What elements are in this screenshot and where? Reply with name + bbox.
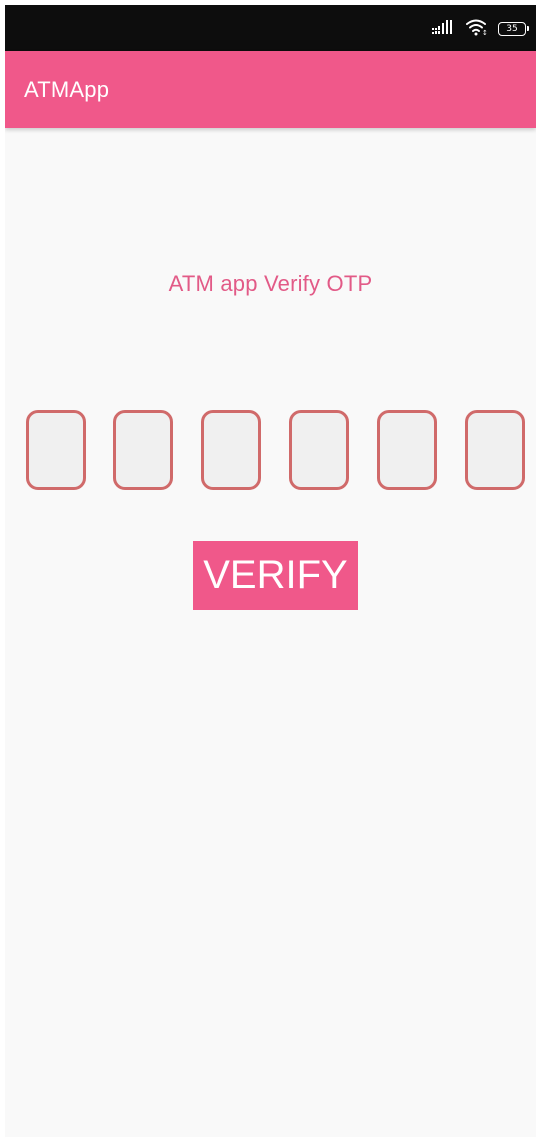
status-bar: ↕ 35 (5, 5, 536, 51)
app-screen: ↕ 35 ATMApp ATM app Verify OTP VERIFY (5, 5, 536, 1137)
wifi-icon: ↕ (465, 18, 489, 41)
status-icons: ↕ 35 (432, 18, 529, 41)
signal-icon (432, 19, 456, 40)
app-bar: ATMApp (5, 51, 536, 128)
otp-digit-1[interactable] (26, 410, 86, 490)
svg-text:↕: ↕ (482, 29, 488, 36)
otp-digit-5[interactable] (377, 410, 437, 490)
battery-icon: 35 (498, 22, 529, 36)
otp-digit-4[interactable] (289, 410, 349, 490)
otp-digit-2[interactable] (113, 410, 173, 490)
otp-digit-3[interactable] (201, 410, 261, 490)
otp-digit-6[interactable] (465, 410, 525, 490)
page-title: ATM app Verify OTP (168, 271, 373, 296)
battery-level: 35 (506, 23, 518, 34)
app-title: ATMApp (24, 77, 110, 102)
verify-button[interactable]: VERIFY (193, 541, 358, 610)
